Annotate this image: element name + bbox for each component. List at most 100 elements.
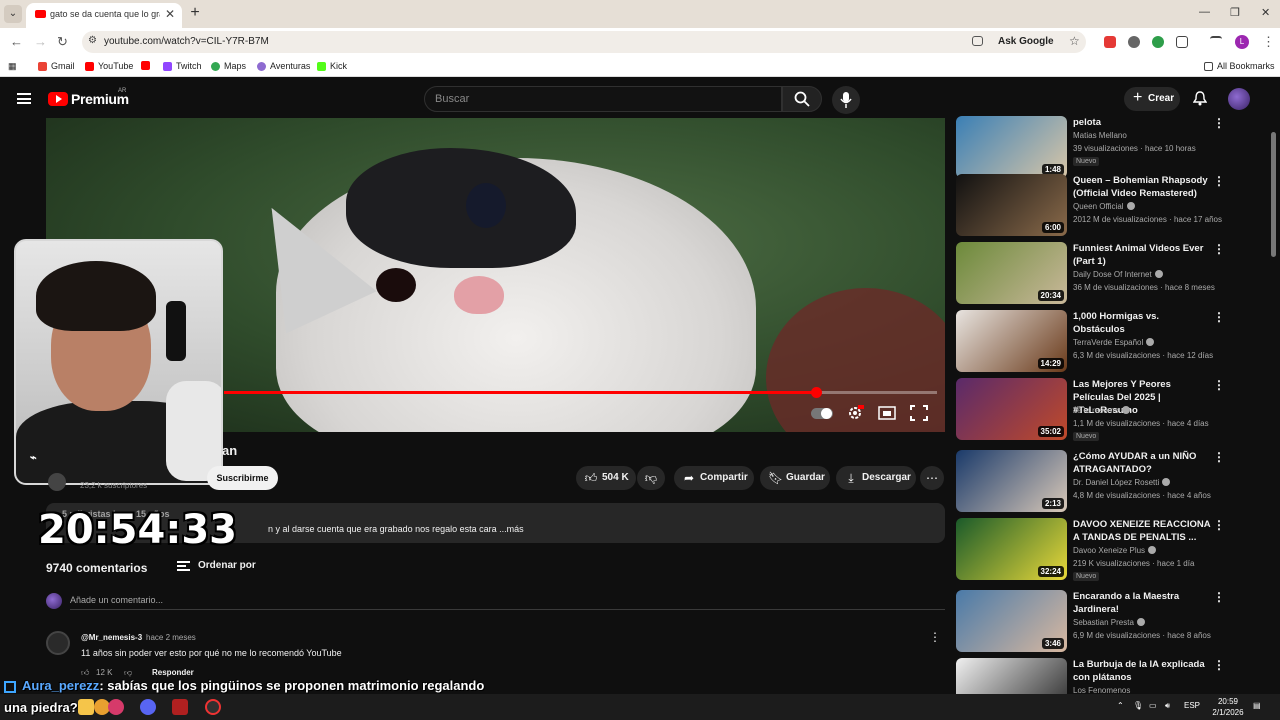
- recommendation-thumbnail[interactable]: 1:48: [956, 116, 1067, 178]
- recommendation-item[interactable]: 20:34 Funniest Animal Videos Ever (Part 1…: [956, 242, 1256, 304]
- bookmark-kick[interactable]: Kick: [317, 61, 347, 71]
- tray-network-icon[interactable]: ▭: [1149, 701, 1157, 710]
- install-app-icon[interactable]: [972, 36, 983, 46]
- like-button[interactable]: 👍︎ 504 K: [576, 466, 636, 490]
- voice-search-button[interactable]: [832, 86, 860, 114]
- new-tab-button[interactable]: +: [186, 4, 204, 22]
- recommendation-thumbnail[interactable]: 2:13: [956, 450, 1067, 512]
- comment-dislike-icon[interactable]: 👎︎: [124, 668, 132, 678]
- bookmark-star-icon[interactable]: ☆: [1069, 34, 1080, 48]
- notifications-bell-icon[interactable]: [1193, 91, 1207, 106]
- recommendation-channel[interactable]: Davoo Xeneize Plus: [1073, 546, 1157, 555]
- page-scrollbar[interactable]: [1271, 132, 1276, 257]
- taskbar-voicemeeter-icon[interactable]: [172, 699, 188, 715]
- recommendation-channel[interactable]: TerraVerde Español: [1073, 338, 1155, 347]
- tray-overflow-icon[interactable]: ⌃: [1117, 701, 1124, 710]
- recommendation-channel[interactable]: Dr. Daniel López Rosetti: [1073, 478, 1171, 487]
- taskbar-app-icon[interactable]: [108, 699, 124, 715]
- restore-icon[interactable]: ❐: [1230, 6, 1240, 19]
- taskbar-discord-icon[interactable]: [140, 699, 156, 715]
- recommendation-channel[interactable]: Daily Dose Of Internet: [1073, 270, 1163, 279]
- recommendation-menu-icon[interactable]: ⋮: [1213, 242, 1225, 256]
- comment-time[interactable]: hace 2 meses: [146, 633, 196, 642]
- browser-tab-active[interactable]: gato se da cuenta que lo grabab ✕: [26, 3, 182, 28]
- reload-icon[interactable]: ↻: [57, 34, 68, 50]
- extensions-icon[interactable]: [1176, 36, 1188, 48]
- recommendation-channel[interactable]: Te lo resumo: [1073, 406, 1130, 415]
- bookmark-youtube-2[interactable]: [141, 61, 150, 70]
- tab-close-icon[interactable]: ✕: [165, 7, 175, 21]
- channel-avatar[interactable]: [48, 473, 66, 491]
- share-button[interactable]: ➦ Compartir: [674, 466, 754, 490]
- video-progress-bar[interactable]: [224, 387, 937, 398]
- more-actions-button[interactable]: ⋯: [920, 466, 944, 490]
- recommendation-menu-icon[interactable]: ⋮: [1213, 658, 1225, 672]
- youtube-logo-icon[interactable]: [48, 92, 68, 106]
- recommendation-menu-icon[interactable]: ⋮: [1213, 378, 1225, 392]
- recommendation-item[interactable]: 2:13 ¿Cómo AYUDAR a un NIÑO ATRAGANTADO? D…: [956, 450, 1256, 512]
- recommendation-title[interactable]: Encarando a la Maestra Jardinera!: [1073, 590, 1213, 616]
- recommendation-thumbnail[interactable]: 3:46: [956, 590, 1067, 652]
- recommendation-title[interactable]: La Burbuja de la IA explicada con plátan…: [1073, 658, 1213, 684]
- sort-by-button[interactable]: Ordenar por: [198, 560, 256, 571]
- guide-menu-icon[interactable]: [17, 93, 31, 104]
- bookmark-aventuras[interactable]: Aventuras: [257, 61, 310, 71]
- minimize-icon[interactable]: —: [1199, 6, 1210, 18]
- menu-icon[interactable]: ⋮: [1262, 34, 1275, 50]
- download-button[interactable]: ⤓ Descargar: [836, 466, 916, 490]
- recommendation-title[interactable]: DAVOO XENEIZE REACCIONA A TANDAS DE PENA…: [1073, 518, 1213, 544]
- tray-notification-icon[interactable]: ▤: [1253, 701, 1261, 710]
- video-scrubber-handle[interactable]: [810, 387, 822, 398]
- close-window-icon[interactable]: ✕: [1261, 6, 1270, 19]
- tray-clock[interactable]: 20:59 2/1/2026: [1208, 696, 1248, 718]
- tray-language[interactable]: ESP: [1184, 701, 1200, 710]
- tab-search-button[interactable]: ⌄: [4, 5, 22, 23]
- recommendation-thumbnail[interactable]: 20:34: [956, 242, 1067, 304]
- recommendation-item[interactable]: 3:46 Encarando a la Maestra Jardinera! Seb…: [956, 590, 1256, 652]
- tray-volume-icon[interactable]: 🔊︎: [1165, 701, 1170, 711]
- comment-menu-icon[interactable]: ⋮: [929, 630, 941, 644]
- recommendation-thumbnail[interactable]: 35:02: [956, 378, 1067, 440]
- recommendation-thumbnail[interactable]: 14:29: [956, 310, 1067, 372]
- back-icon[interactable]: ←: [10, 34, 23, 49]
- recommendation-thumbnail[interactable]: 6:00: [956, 174, 1067, 236]
- ask-google-button[interactable]: Ask Google: [992, 34, 1060, 49]
- all-bookmarks[interactable]: All Bookmarks: [1204, 61, 1275, 71]
- autoplay-toggle[interactable]: [811, 408, 833, 419]
- apps-grid-icon[interactable]: ▦: [8, 61, 17, 72]
- comment-author[interactable]: @Mr_nemesis-3: [81, 633, 142, 642]
- extension-red-icon[interactable]: [1104, 36, 1116, 48]
- miniplayer-icon[interactable]: [878, 405, 896, 421]
- recommendation-item[interactable]: 6:00 Queen – Bohemian Rhapsody (Official …: [956, 174, 1256, 236]
- recommendation-item[interactable]: La Burbuja de la IA explicada con plátan…: [956, 658, 1256, 694]
- recommendation-menu-icon[interactable]: ⋮: [1213, 450, 1225, 464]
- recommendation-menu-icon[interactable]: ⋮: [1213, 518, 1225, 532]
- recommendation-item[interactable]: 14:29 1,000 Hormigas vs. Obstáculos TerraV…: [956, 310, 1256, 372]
- recommendation-channel[interactable]: Sebastian Presta: [1073, 618, 1145, 627]
- recommendation-title[interactable]: 1,000 Hormigas vs. Obstáculos: [1073, 310, 1213, 336]
- comment-like-icon[interactable]: 👍︎: [81, 668, 89, 678]
- recommendation-item[interactable]: 32:24 DAVOO XENEIZE REACCIONA A TANDAS DE…: [956, 518, 1256, 581]
- profile-avatar[interactable]: L: [1235, 35, 1249, 49]
- taskbar-files-icon[interactable]: [78, 699, 94, 715]
- media-control-icon[interactable]: [1210, 36, 1222, 44]
- comment-author-avatar[interactable]: [46, 631, 70, 655]
- recommendation-channel[interactable]: Queen Official: [1073, 202, 1135, 211]
- bookmark-youtube[interactable]: YouTube: [85, 61, 133, 71]
- recommendation-title[interactable]: Funniest Animal Videos Ever (Part 1): [1073, 242, 1213, 268]
- recommendation-menu-icon[interactable]: ⋮: [1213, 310, 1225, 324]
- tray-mic-icon[interactable]: 🎙︎: [1133, 701, 1143, 710]
- recommendation-thumbnail[interactable]: 32:24: [956, 518, 1067, 580]
- recommendation-channel[interactable]: Los Fenomenos: [1073, 686, 1130, 694]
- bookmark-maps[interactable]: Maps: [211, 61, 246, 71]
- recommendation-menu-icon[interactable]: ⋮: [1213, 174, 1225, 188]
- comment-reply-button[interactable]: Responder: [152, 668, 194, 677]
- url-text[interactable]: youtube.com/watch?v=CIL-Y7R-B7M: [104, 36, 269, 47]
- bookmark-twitch[interactable]: Twitch: [163, 61, 202, 71]
- recommendation-title[interactable]: Queen – Bohemian Rhapsody (Official Vide…: [1073, 174, 1213, 200]
- recommendation-thumbnail[interactable]: [956, 658, 1067, 694]
- search-button[interactable]: [782, 86, 822, 112]
- taskbar-obs-icon[interactable]: [205, 699, 221, 715]
- settings-gear-icon[interactable]: [846, 405, 864, 421]
- recommendation-item[interactable]: 1:48 pelota Matias Mellano 39 visualizacion…: [956, 116, 1256, 178]
